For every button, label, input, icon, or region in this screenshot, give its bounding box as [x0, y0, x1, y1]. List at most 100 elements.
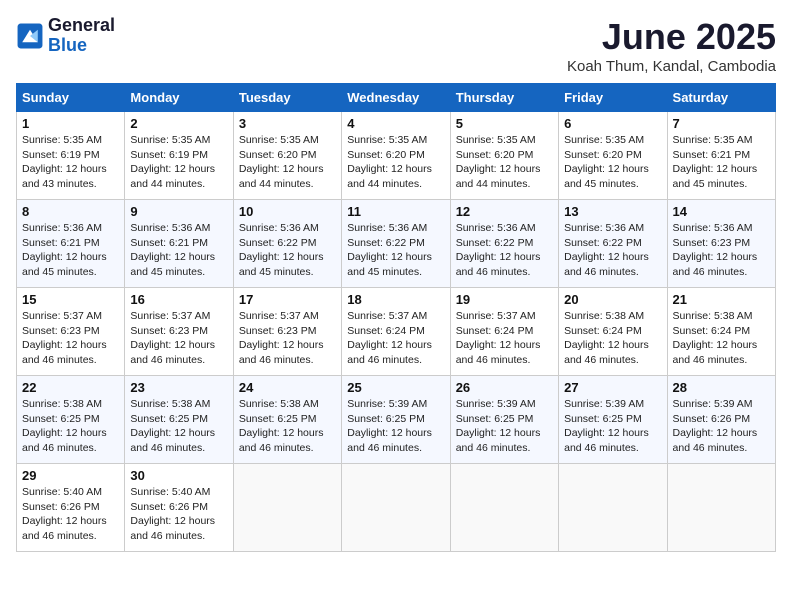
calendar-cell: 28 Sunrise: 5:39 AMSunset: 6:26 PMDaylig… — [667, 376, 775, 464]
day-info: Sunrise: 5:36 AMSunset: 6:22 PMDaylight:… — [564, 221, 661, 280]
calendar-cell: 30 Sunrise: 5:40 AMSunset: 6:26 PMDaylig… — [125, 464, 233, 552]
calendar-cell: 3 Sunrise: 5:35 AMSunset: 6:20 PMDayligh… — [233, 112, 341, 200]
day-info: Sunrise: 5:39 AMSunset: 6:25 PMDaylight:… — [347, 397, 444, 456]
calendar-cell — [450, 464, 558, 552]
day-number: 27 — [564, 380, 661, 395]
calendar-cell: 13 Sunrise: 5:36 AMSunset: 6:22 PMDaylig… — [559, 200, 667, 288]
day-number: 12 — [456, 204, 553, 219]
day-info: Sunrise: 5:40 AMSunset: 6:26 PMDaylight:… — [130, 485, 227, 544]
calendar-cell: 17 Sunrise: 5:37 AMSunset: 6:23 PMDaylig… — [233, 288, 341, 376]
calendar-week-2: 8 Sunrise: 5:36 AMSunset: 6:21 PMDayligh… — [17, 200, 776, 288]
day-info: Sunrise: 5:35 AMSunset: 6:21 PMDaylight:… — [673, 133, 770, 192]
day-number: 14 — [673, 204, 770, 219]
day-number: 30 — [130, 468, 227, 483]
calendar-cell: 6 Sunrise: 5:35 AMSunset: 6:20 PMDayligh… — [559, 112, 667, 200]
day-info: Sunrise: 5:38 AMSunset: 6:25 PMDaylight:… — [130, 397, 227, 456]
day-info: Sunrise: 5:37 AMSunset: 6:24 PMDaylight:… — [347, 309, 444, 368]
logo-icon — [16, 22, 44, 50]
day-number: 4 — [347, 116, 444, 131]
day-number: 19 — [456, 292, 553, 307]
day-header-thursday: Thursday — [450, 84, 558, 112]
calendar-week-5: 29 Sunrise: 5:40 AMSunset: 6:26 PMDaylig… — [17, 464, 776, 552]
day-info: Sunrise: 5:38 AMSunset: 6:24 PMDaylight:… — [564, 309, 661, 368]
calendar-cell — [667, 464, 775, 552]
day-info: Sunrise: 5:39 AMSunset: 6:25 PMDaylight:… — [564, 397, 661, 456]
day-header-monday: Monday — [125, 84, 233, 112]
day-number: 29 — [22, 468, 119, 483]
day-number: 3 — [239, 116, 336, 131]
calendar-subtitle: Koah Thum, Kandal, Cambodia — [567, 58, 776, 75]
calendar-week-4: 22 Sunrise: 5:38 AMSunset: 6:25 PMDaylig… — [17, 376, 776, 464]
day-info: Sunrise: 5:36 AMSunset: 6:23 PMDaylight:… — [673, 221, 770, 280]
logo-text: General Blue — [48, 16, 115, 56]
day-number: 18 — [347, 292, 444, 307]
calendar-cell: 4 Sunrise: 5:35 AMSunset: 6:20 PMDayligh… — [342, 112, 450, 200]
day-number: 1 — [22, 116, 119, 131]
day-info: Sunrise: 5:35 AMSunset: 6:20 PMDaylight:… — [564, 133, 661, 192]
calendar-cell: 23 Sunrise: 5:38 AMSunset: 6:25 PMDaylig… — [125, 376, 233, 464]
calendar-cell: 15 Sunrise: 5:37 AMSunset: 6:23 PMDaylig… — [17, 288, 125, 376]
day-info: Sunrise: 5:36 AMSunset: 6:21 PMDaylight:… — [22, 221, 119, 280]
calendar-cell: 1 Sunrise: 5:35 AMSunset: 6:19 PMDayligh… — [17, 112, 125, 200]
day-header-friday: Friday — [559, 84, 667, 112]
day-number: 15 — [22, 292, 119, 307]
day-info: Sunrise: 5:35 AMSunset: 6:19 PMDaylight:… — [130, 133, 227, 192]
calendar-cell: 10 Sunrise: 5:36 AMSunset: 6:22 PMDaylig… — [233, 200, 341, 288]
day-info: Sunrise: 5:39 AMSunset: 6:26 PMDaylight:… — [673, 397, 770, 456]
day-header-tuesday: Tuesday — [233, 84, 341, 112]
calendar-table: SundayMondayTuesdayWednesdayThursdayFrid… — [16, 83, 776, 552]
calendar-cell: 16 Sunrise: 5:37 AMSunset: 6:23 PMDaylig… — [125, 288, 233, 376]
calendar-cell: 2 Sunrise: 5:35 AMSunset: 6:19 PMDayligh… — [125, 112, 233, 200]
day-info: Sunrise: 5:38 AMSunset: 6:25 PMDaylight:… — [22, 397, 119, 456]
day-number: 22 — [22, 380, 119, 395]
day-info: Sunrise: 5:39 AMSunset: 6:25 PMDaylight:… — [456, 397, 553, 456]
calendar-cell: 27 Sunrise: 5:39 AMSunset: 6:25 PMDaylig… — [559, 376, 667, 464]
day-number: 9 — [130, 204, 227, 219]
day-number: 23 — [130, 380, 227, 395]
day-info: Sunrise: 5:35 AMSunset: 6:20 PMDaylight:… — [456, 133, 553, 192]
day-number: 16 — [130, 292, 227, 307]
calendar-cell: 19 Sunrise: 5:37 AMSunset: 6:24 PMDaylig… — [450, 288, 558, 376]
day-number: 7 — [673, 116, 770, 131]
day-info: Sunrise: 5:37 AMSunset: 6:23 PMDaylight:… — [239, 309, 336, 368]
day-number: 26 — [456, 380, 553, 395]
day-info: Sunrise: 5:36 AMSunset: 6:22 PMDaylight:… — [347, 221, 444, 280]
day-number: 13 — [564, 204, 661, 219]
day-number: 20 — [564, 292, 661, 307]
calendar-cell: 22 Sunrise: 5:38 AMSunset: 6:25 PMDaylig… — [17, 376, 125, 464]
day-number: 21 — [673, 292, 770, 307]
day-number: 10 — [239, 204, 336, 219]
day-number: 5 — [456, 116, 553, 131]
calendar-cell — [233, 464, 341, 552]
day-info: Sunrise: 5:35 AMSunset: 6:20 PMDaylight:… — [239, 133, 336, 192]
calendar-cell: 8 Sunrise: 5:36 AMSunset: 6:21 PMDayligh… — [17, 200, 125, 288]
calendar-cell: 29 Sunrise: 5:40 AMSunset: 6:26 PMDaylig… — [17, 464, 125, 552]
day-info: Sunrise: 5:36 AMSunset: 6:22 PMDaylight:… — [456, 221, 553, 280]
calendar-week-3: 15 Sunrise: 5:37 AMSunset: 6:23 PMDaylig… — [17, 288, 776, 376]
title-area: June 2025 Koah Thum, Kandal, Cambodia — [567, 16, 776, 75]
day-number: 25 — [347, 380, 444, 395]
day-info: Sunrise: 5:40 AMSunset: 6:26 PMDaylight:… — [22, 485, 119, 544]
calendar-cell: 26 Sunrise: 5:39 AMSunset: 6:25 PMDaylig… — [450, 376, 558, 464]
day-info: Sunrise: 5:35 AMSunset: 6:19 PMDaylight:… — [22, 133, 119, 192]
calendar-header-row: SundayMondayTuesdayWednesdayThursdayFrid… — [17, 84, 776, 112]
calendar-cell: 11 Sunrise: 5:36 AMSunset: 6:22 PMDaylig… — [342, 200, 450, 288]
day-number: 28 — [673, 380, 770, 395]
calendar-cell: 12 Sunrise: 5:36 AMSunset: 6:22 PMDaylig… — [450, 200, 558, 288]
header: General Blue June 2025 Koah Thum, Kandal… — [16, 16, 776, 75]
logo: General Blue — [16, 16, 115, 56]
day-number: 8 — [22, 204, 119, 219]
day-info: Sunrise: 5:38 AMSunset: 6:25 PMDaylight:… — [239, 397, 336, 456]
calendar-cell: 21 Sunrise: 5:38 AMSunset: 6:24 PMDaylig… — [667, 288, 775, 376]
calendar-cell — [342, 464, 450, 552]
calendar-cell: 14 Sunrise: 5:36 AMSunset: 6:23 PMDaylig… — [667, 200, 775, 288]
calendar-cell: 24 Sunrise: 5:38 AMSunset: 6:25 PMDaylig… — [233, 376, 341, 464]
day-number: 2 — [130, 116, 227, 131]
day-number: 6 — [564, 116, 661, 131]
day-info: Sunrise: 5:36 AMSunset: 6:22 PMDaylight:… — [239, 221, 336, 280]
day-number: 11 — [347, 204, 444, 219]
calendar-week-1: 1 Sunrise: 5:35 AMSunset: 6:19 PMDayligh… — [17, 112, 776, 200]
day-number: 17 — [239, 292, 336, 307]
calendar-cell — [559, 464, 667, 552]
day-info: Sunrise: 5:38 AMSunset: 6:24 PMDaylight:… — [673, 309, 770, 368]
